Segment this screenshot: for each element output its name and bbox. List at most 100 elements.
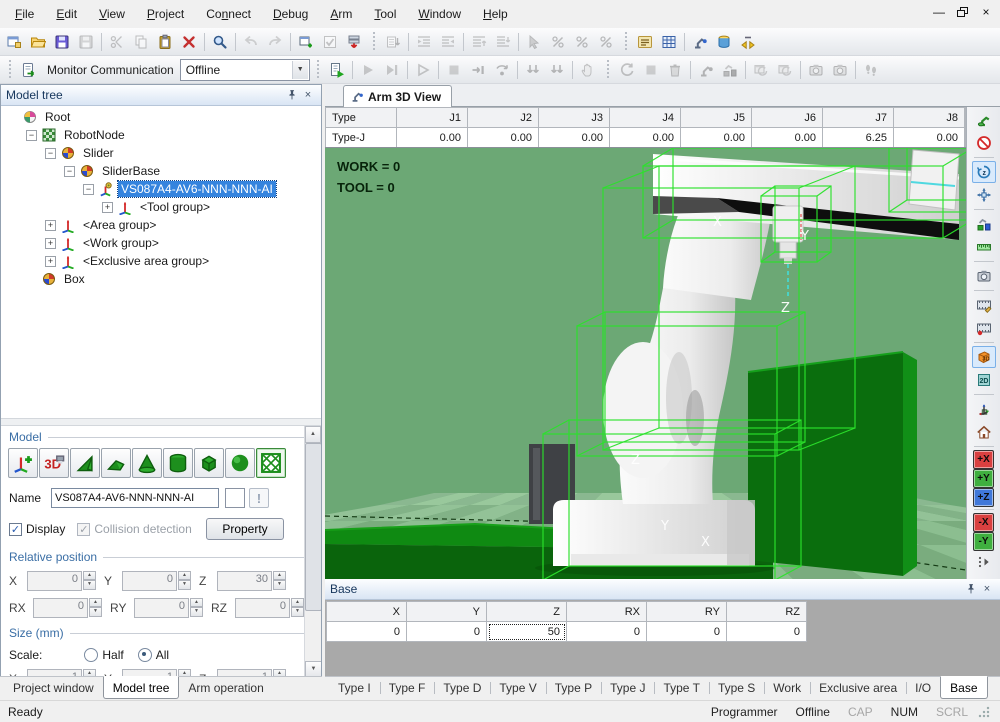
drag-hand-icon[interactable] — [576, 58, 600, 82]
property-button[interactable]: Property — [206, 518, 284, 540]
tree-item[interactable]: +<Exclusive area group> — [1, 252, 321, 270]
tree-item-label[interactable]: SliderBase — [99, 163, 163, 179]
reset-window-alt-icon[interactable] — [773, 58, 797, 82]
view-home-icon[interactable] — [972, 421, 996, 443]
copy-icon[interactable] — [129, 30, 153, 54]
tree-item-label[interactable]: Slider — [80, 145, 117, 161]
color-swatch[interactable] — [225, 488, 245, 508]
shape-mesh-button[interactable] — [256, 448, 286, 478]
scrollbar[interactable]: ▲ ▼ — [304, 426, 321, 678]
tree-item[interactable]: +<Work group> — [1, 234, 321, 252]
view-plus-x-button[interactable]: +X — [973, 450, 994, 469]
tree-item-label[interactable]: <Exclusive area group> — [80, 253, 212, 269]
tab-model-tree[interactable]: Model tree — [103, 676, 180, 699]
field-value-z[interactable]: 30 — [217, 571, 272, 591]
scroll-up-icon[interactable]: ▲ — [305, 426, 321, 443]
tab-arm-operation[interactable]: Arm operation — [179, 677, 272, 698]
tab-arm-3d-view[interactable]: Arm 3D View — [343, 85, 452, 108]
menu-edit[interactable]: Edit — [45, 2, 88, 26]
snapshot-icon[interactable] — [972, 265, 996, 287]
jog-pointer-icon[interactable] — [522, 30, 546, 54]
tree-item-label[interactable]: Root — [42, 109, 73, 125]
undo-icon[interactable] — [239, 30, 263, 54]
tab-type-i[interactable]: Type I — [329, 677, 380, 698]
expand-icon[interactable]: + — [102, 202, 113, 213]
arm-forbid-icon[interactable] — [972, 132, 996, 154]
tab-type-t[interactable]: Type T — [654, 677, 708, 698]
spin-down-icon[interactable]: ▼ — [190, 607, 203, 617]
base-value-z[interactable]: 50 — [487, 622, 567, 642]
display-checkbox[interactable]: ✓ — [9, 523, 22, 536]
tab-project-window[interactable]: Project window — [4, 677, 103, 698]
open-project-icon[interactable] — [26, 30, 50, 54]
move-line-icon[interactable] — [381, 30, 405, 54]
play-to-end-icon[interactable] — [380, 58, 404, 82]
close-icon[interactable]: × — [978, 4, 994, 20]
tab-type-d[interactable]: Type D — [434, 677, 490, 698]
menu-help[interactable]: Help — [472, 2, 519, 26]
spin-up-icon[interactable]: ▲ — [83, 571, 96, 581]
measure-icon[interactable] — [972, 236, 996, 258]
chevron-down-icon[interactable]: ▼ — [292, 61, 308, 79]
collapse-icon[interactable]: − — [83, 184, 94, 195]
tree-item-label[interactable]: Box — [61, 271, 88, 287]
show-origin-icon[interactable] — [972, 398, 996, 420]
tree-item-label[interactable]: RobotNode — [61, 127, 128, 143]
tab-exclusive-area[interactable]: Exclusive area — [810, 677, 906, 698]
field-value-rx[interactable]: 0 — [33, 598, 88, 618]
spin-up-icon[interactable]: ▲ — [89, 598, 102, 608]
close-icon[interactable]: × — [300, 88, 316, 102]
arm-traverse-icon[interactable] — [736, 30, 760, 54]
paste-icon[interactable] — [153, 30, 177, 54]
menu-debug[interactable]: Debug — [262, 2, 319, 26]
tool-settings-icon[interactable] — [712, 30, 736, 54]
name-input[interactable] — [51, 488, 219, 508]
tab-type-v[interactable]: Type V — [490, 677, 545, 698]
view-pan-icon[interactable] — [972, 184, 996, 206]
step-into-icon[interactable] — [466, 58, 490, 82]
tab-type-f[interactable]: Type F — [380, 677, 435, 698]
menu-connect[interactable]: Connect — [195, 2, 262, 26]
alert-button[interactable]: ! — [249, 488, 269, 508]
spin-up-icon[interactable]: ▲ — [178, 571, 191, 581]
save-icon[interactable] — [50, 30, 74, 54]
arm-settings-icon[interactable] — [688, 30, 712, 54]
pin-icon[interactable] — [963, 582, 979, 596]
tree-item[interactable]: Root — [1, 108, 321, 126]
shape-cone-button[interactable] — [132, 448, 162, 478]
tree-item[interactable]: −SliderBase — [1, 162, 321, 180]
tree-item[interactable]: − Slider — [1, 144, 321, 162]
scrollbar-thumb[interactable] — [305, 443, 321, 611]
tab-i-o[interactable]: I/O — [906, 677, 940, 698]
close-icon[interactable]: × — [979, 582, 995, 596]
tab-type-j[interactable]: Type J — [601, 677, 654, 698]
movie-edit-icon[interactable] — [972, 294, 996, 316]
menu-window[interactable]: Window — [407, 2, 472, 26]
cut-icon[interactable] — [105, 30, 129, 54]
joint-value-j7[interactable]: 6.25 — [823, 128, 894, 148]
spin-down-icon[interactable]: ▼ — [273, 580, 286, 590]
spin-up-icon[interactable]: ▲ — [291, 598, 304, 608]
shape-wedge-button[interactable] — [70, 448, 100, 478]
tree-item[interactable]: Box — [1, 270, 321, 288]
menu-project[interactable]: Project — [136, 2, 195, 26]
field-value-y[interactable]: 0 — [122, 571, 177, 591]
redo-icon[interactable] — [263, 30, 287, 54]
reset-camera-alt-icon[interactable] — [828, 58, 852, 82]
revert-stop-icon[interactable] — [639, 58, 663, 82]
revert-delete-icon[interactable] — [663, 58, 687, 82]
transfer-data-icon[interactable] — [342, 30, 366, 54]
joint-value-j8[interactable]: 0.00 — [894, 128, 965, 148]
view-minus-y-button[interactable]: -Y — [973, 532, 994, 551]
expand-icon[interactable]: + — [45, 220, 56, 231]
tree-item-label[interactable]: VS087A4-AV6-NNN-NNN-AI — [118, 181, 276, 197]
collapse-icon[interactable]: − — [45, 148, 56, 159]
spin-down-icon[interactable]: ▼ — [178, 580, 191, 590]
pin-icon[interactable] — [284, 88, 300, 102]
joint-value-j5[interactable]: 0.00 — [681, 128, 752, 148]
tree-item[interactable]: − VS087A4-AV6-NNN-NNN-AI — [1, 180, 321, 198]
shape-prism-button[interactable] — [101, 448, 131, 478]
walk-through-icon[interactable] — [859, 58, 883, 82]
field-value-rz[interactable]: 0 — [235, 598, 290, 618]
select-mode-icon[interactable] — [318, 30, 342, 54]
